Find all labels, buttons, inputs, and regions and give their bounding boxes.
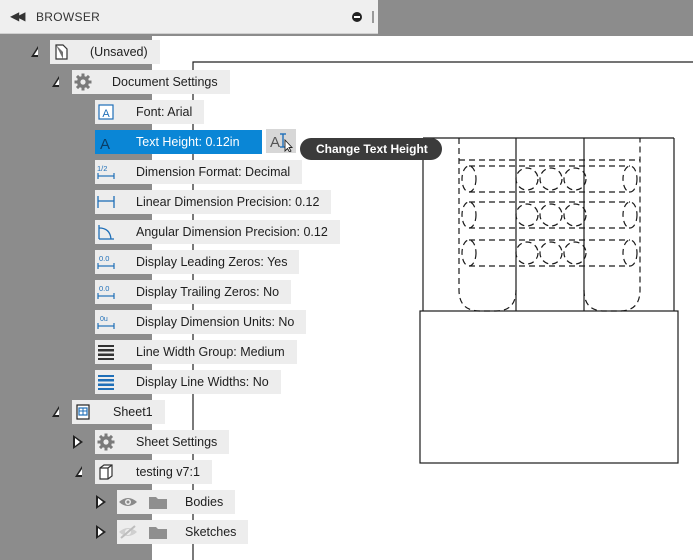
tree-row-sketches: Sketches <box>0 520 262 544</box>
line-widths-icon <box>95 371 117 393</box>
tree-node-label: Document Settings <box>112 75 218 89</box>
collapse-toggle[interactable] <box>26 40 42 64</box>
angular-dimension-icon <box>95 221 117 243</box>
tree-node-label: Sketches <box>185 525 237 539</box>
browser-title: BROWSER <box>36 10 101 24</box>
leading-zeros-icon: 0.0 <box>95 251 117 273</box>
panel-resize-handle[interactable] <box>372 11 374 23</box>
browser-header: ◀◀ BROWSER <box>0 0 378 34</box>
line-width-group-icon <box>95 341 117 363</box>
setting-label: Linear Dimension Precision: 0.12 <box>136 195 320 209</box>
svg-text:0.0: 0.0 <box>99 254 109 263</box>
font-icon: A <box>95 101 117 123</box>
collapse-toggle[interactable] <box>47 70 63 94</box>
tree-node-component[interactable]: testing v7:1 <box>95 460 212 484</box>
eye-icon[interactable] <box>117 491 139 513</box>
setting-label: Text Height: 0.12in <box>136 135 240 149</box>
setting-label: Display Line Widths: No <box>136 375 269 389</box>
tooltip: Change Text Height <box>300 138 442 160</box>
dimension-format-icon: 1/2 <box>95 161 117 183</box>
setting-linear-dimension-precision[interactable]: Linear Dimension Precision: 0.12 <box>95 190 332 214</box>
tree-node-label: Sheet Settings <box>136 435 218 449</box>
pin-icon[interactable] <box>352 12 362 22</box>
folder-icon <box>147 491 169 513</box>
tree-node-sketches[interactable]: Sketches <box>117 520 249 544</box>
edit-text-height-icon: A <box>270 133 294 152</box>
tree-node-root[interactable]: (Unsaved) <box>50 40 160 64</box>
tree-row-component: testing v7:1 <box>0 460 240 484</box>
setting-label: Display Dimension Units: No <box>136 315 295 329</box>
svg-text:A: A <box>100 136 110 151</box>
trailing-zeros-icon: 0.0 <box>95 281 117 303</box>
tree-node-sheet-settings[interactable]: Sheet Settings <box>95 430 230 454</box>
svg-text:0u: 0u <box>100 316 108 323</box>
text-height-icon: A <box>95 131 117 153</box>
setting-line-width-group[interactable]: Line Width Group: Medium <box>95 340 297 364</box>
tree-node-document-settings[interactable]: Document Settings <box>72 70 230 94</box>
gear-icon <box>95 431 117 453</box>
tree-node-bodies[interactable]: Bodies <box>117 490 236 514</box>
gear-icon <box>72 71 94 93</box>
setting-label: Font: Arial <box>136 105 193 119</box>
setting-display-trailing-zeros[interactable]: 0.0 Display Trailing Zeros: No <box>95 280 292 304</box>
collapse-toggle[interactable] <box>47 400 63 424</box>
setting-label: Dimension Format: Decimal <box>136 165 291 179</box>
collapse-toggle[interactable] <box>70 460 86 484</box>
setting-display-dimension-units[interactable]: 0u Display Dimension Units: No <box>95 310 307 334</box>
svg-text:0.0: 0.0 <box>99 284 109 293</box>
sheet-icon <box>72 401 94 423</box>
setting-label: Display Trailing Zeros: No <box>136 285 280 299</box>
tree-node-label: Bodies <box>185 495 224 509</box>
tree-node-label: (Unsaved) <box>90 45 148 59</box>
setting-dimension-format[interactable]: 1/2 Dimension Format: Decimal <box>95 160 303 184</box>
tree-row-bodies: Bodies <box>0 490 250 514</box>
expand-toggle[interactable] <box>93 490 109 514</box>
setting-text-height[interactable]: A Text Height: 0.12in <box>95 130 262 154</box>
expand-toggle[interactable] <box>70 430 86 454</box>
svg-text:A: A <box>270 134 280 151</box>
tree-row-sheet1: Sheet1 <box>0 400 200 424</box>
setting-angular-dimension-precision[interactable]: Angular Dimension Precision: 0.12 <box>95 220 340 244</box>
tree-node-label: Sheet1 <box>113 405 153 419</box>
double-chevron-left-icon[interactable]: ◀◀ <box>10 9 26 23</box>
component-icon <box>95 461 117 483</box>
setting-display-leading-zeros[interactable]: 0.0 Display Leading Zeros: Yes <box>95 250 300 274</box>
tooltip-text: Change Text Height <box>316 142 428 156</box>
dimension-units-icon: 0u <box>95 311 117 333</box>
tree-node-label: testing v7:1 <box>136 465 200 479</box>
folder-icon <box>147 521 169 543</box>
svg-text:1/2: 1/2 <box>97 164 107 173</box>
eye-hidden-icon[interactable] <box>117 521 139 543</box>
tree-row-sheet-settings: Sheet Settings <box>0 430 250 454</box>
svg-text:A: A <box>102 108 110 120</box>
setting-display-line-widths[interactable]: Display Line Widths: No <box>95 370 281 394</box>
setting-label: Line Width Group: Medium <box>136 345 285 359</box>
setting-font[interactable]: A Font: Arial <box>95 100 205 124</box>
expand-toggle[interactable] <box>93 520 109 544</box>
document-icon <box>50 41 72 63</box>
edit-text-height-button[interactable]: A <box>266 129 296 153</box>
setting-label: Angular Dimension Precision: 0.12 <box>136 225 328 239</box>
setting-label: Display Leading Zeros: Yes <box>136 255 288 269</box>
tree-row-root: (Unsaved) <box>0 40 200 64</box>
linear-dimension-icon <box>95 191 117 213</box>
tree-row-document-settings: Document Settings <box>0 70 260 94</box>
tree-node-sheet1[interactable]: Sheet1 <box>72 400 165 424</box>
